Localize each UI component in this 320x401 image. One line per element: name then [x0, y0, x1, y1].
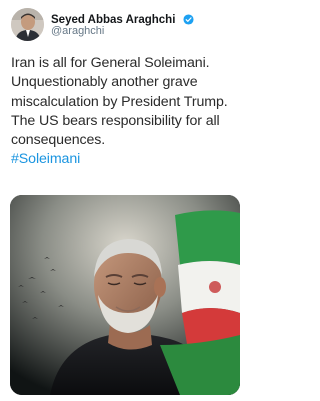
avatar[interactable]	[11, 8, 44, 41]
tweet-text-line: The US bears responsibility for all	[11, 112, 220, 129]
tweet-text-line: Unquestionably another grave	[11, 74, 198, 91]
tweet-text-line: miscalculation by President Trump.	[11, 93, 228, 110]
tweet-text-line: consequences.	[11, 132, 106, 149]
hashtag-link[interactable]: #Soleimani	[11, 150, 243, 169]
tweet-text: Iran is all for General Soleimani. Unque…	[11, 54, 243, 170]
profile-photo-icon	[11, 8, 44, 41]
tweet-media-photo[interactable]	[10, 195, 240, 395]
tweet-card[interactable]: Seyed Abbas Araghchi @araghchi Iran is a…	[0, 0, 250, 401]
verified-badge-icon	[183, 14, 194, 25]
photo-image-icon	[10, 195, 240, 395]
handle[interactable]: @araghchi	[51, 25, 104, 37]
tweet-text-line: Iran is all for General Soleimani.	[11, 55, 210, 71]
name-row: Seyed Abbas Araghchi	[51, 10, 194, 26]
tweet-header: Seyed Abbas Araghchi @araghchi	[11, 8, 239, 42]
